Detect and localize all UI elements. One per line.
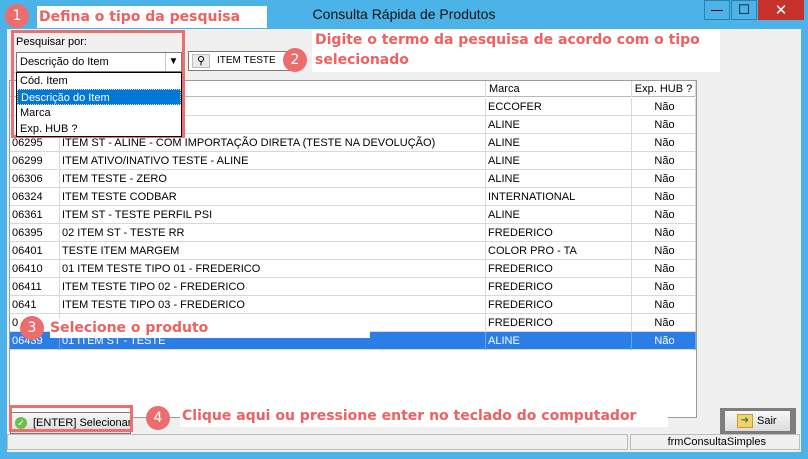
cell-code: 06411 [10,278,60,296]
cell-brand: FREDERICO [486,260,632,278]
cell-exp-hub: Não [632,134,696,152]
annotation-number-3: 3 [20,316,44,340]
annotation-text-2: Digite o termo da pesquisa de acordo com… [312,30,720,72]
cell-code: 06401 [10,242,60,260]
option-exp-hub[interactable]: Exp. HUB ? [17,121,181,137]
cell-brand: ALINE [486,170,632,188]
table-row[interactable]: 06306 ITEM TESTE - ZERO ALINE Não [10,170,696,188]
table-row[interactable]: 0641 ITEM TESTE TIPO 03 - FREDERICO FREDER… [10,296,696,314]
cell-code: 06324 [10,188,60,206]
cell-exp-hub: Não [632,224,696,242]
cell-code: 0641 [10,296,60,314]
cell-exp-hub: Não [632,152,696,170]
search-term-value: ITEM TESTE [217,55,276,66]
cell-description: ITEM ST - TESTE PERFIL PSI [60,206,486,224]
cell-brand: COLOR PRO - TA [486,242,632,260]
cell-code: 06299 [10,152,60,170]
exit-button[interactable]: ➜ Sair [724,410,791,432]
form-client-area: Pesquisar por: Descrição do Item ▼ Cód. … [7,29,801,452]
minimize-button[interactable]: — [704,0,730,20]
table-row[interactable]: 06410 01 ITEM TESTE TIPO 01 - FREDERICO FR… [10,260,696,278]
cell-description: ITEM TESTE - ZERO [60,170,486,188]
cell-code: 06361 [10,206,60,224]
cell-brand: INTERNATIONAL [486,188,632,206]
table-row[interactable]: 06299 ITEM ATIVO/INATIVO TESTE - ALINE ALI… [10,152,696,170]
cell-brand: ALINE [486,332,632,350]
annotation-number-1: 1 [5,4,29,28]
cell-code: 06410 [10,260,60,278]
cell-description: ITEM TESTE CODBAR [60,188,486,206]
exit-button-label: Sair [757,415,777,427]
exit-door-icon: ➜ [737,414,753,428]
cell-exp-hub: Não [632,278,696,296]
cell-description: 01 ITEM TESTE TIPO 01 - FREDERICO [60,260,486,278]
cell-exp-hub: Não [632,242,696,260]
table-row[interactable]: 06395 02 ITEM ST - TESTE RR FREDERICO Não [10,224,696,242]
cell-code: 06306 [10,170,60,188]
cell-description: TESTE ITEM MARGEM [60,242,486,260]
cell-exp-hub: Não [632,260,696,278]
table-row[interactable]: 06361 ITEM ST - TESTE PERFIL PSI ALINE Não [10,206,696,224]
status-form-name: frmConsultaSimples [630,434,800,450]
cell-brand: ALINE [486,134,632,152]
column-exp-hub[interactable]: Exp. HUB ? [632,81,696,97]
cell-description: ITEM TESTE TIPO 03 - FREDERICO [60,296,486,314]
cell-exp-hub: Não [632,188,696,206]
annotation-highlight-select-button [9,405,133,432]
exit-button-frame: ➜ Sair [720,408,796,434]
annotation-text-2-line1: Digite o termo da pesquisa de acordo com… [315,32,700,48]
option-descricao-item[interactable]: Descrição do Item [17,89,181,105]
cell-description: ITEM TESTE TIPO 02 - FREDERICO [60,278,486,296]
cell-brand: ALINE [486,116,632,134]
cell-exp-hub: Não [632,116,696,134]
cell-code: 06395 [10,224,60,242]
cell-exp-hub: Não [632,98,696,116]
column-brand[interactable]: Marca [486,81,632,97]
cell-brand: FREDERICO [486,296,632,314]
annotation-text-4: Clique aqui ou pressione enter no teclad… [180,405,668,427]
search-term-input[interactable]: ⚲ ITEM TESTE [188,51,298,71]
maximize-button[interactable]: ☐ [731,0,757,20]
table-row[interactable]: 06324 ITEM TESTE CODBAR INTERNATIONAL Não [10,188,696,206]
annotation-text-2-line2: selecionado [315,52,409,68]
cell-brand: FREDERICO [486,224,632,242]
annotation-text-3: Selecione o produto [50,318,370,338]
status-bar-panel [7,434,628,450]
cell-exp-hub: Não [632,314,696,332]
cell-description: 02 ITEM ST - TESTE RR [60,224,486,242]
cell-exp-hub: Não [632,206,696,224]
close-button[interactable]: ✕ [758,0,804,20]
cell-brand: ALINE [486,152,632,170]
annotation-number-2: 2 [283,48,307,72]
search-type-dropdown[interactable]: Cód. Item Descrição do Item Marca Exp. H… [16,72,182,137]
cell-brand: ALINE [486,206,632,224]
table-row[interactable]: 06401 TESTE ITEM MARGEM COLOR PRO - TA Não [10,242,696,260]
annotation-text-1: Defina o tipo da pesquisa [37,6,267,28]
cell-brand: FREDERICO [486,314,632,332]
cell-brand: ECCOFER [486,98,632,116]
option-marca[interactable]: Marca [17,105,181,121]
cell-brand: FREDERICO [486,278,632,296]
cell-exp-hub: Não [632,296,696,314]
table-row[interactable]: 06411 ITEM TESTE TIPO 02 - FREDERICO FREDE… [10,278,696,296]
option-cod-item[interactable]: Cód. Item [17,73,181,89]
search-icon[interactable]: ⚲ [192,54,210,68]
annotation-number-4: 4 [146,406,170,430]
cell-description: ITEM ATIVO/INATIVO TESTE - ALINE [60,152,486,170]
cell-exp-hub: Não [632,332,696,350]
cell-exp-hub: Não [632,170,696,188]
